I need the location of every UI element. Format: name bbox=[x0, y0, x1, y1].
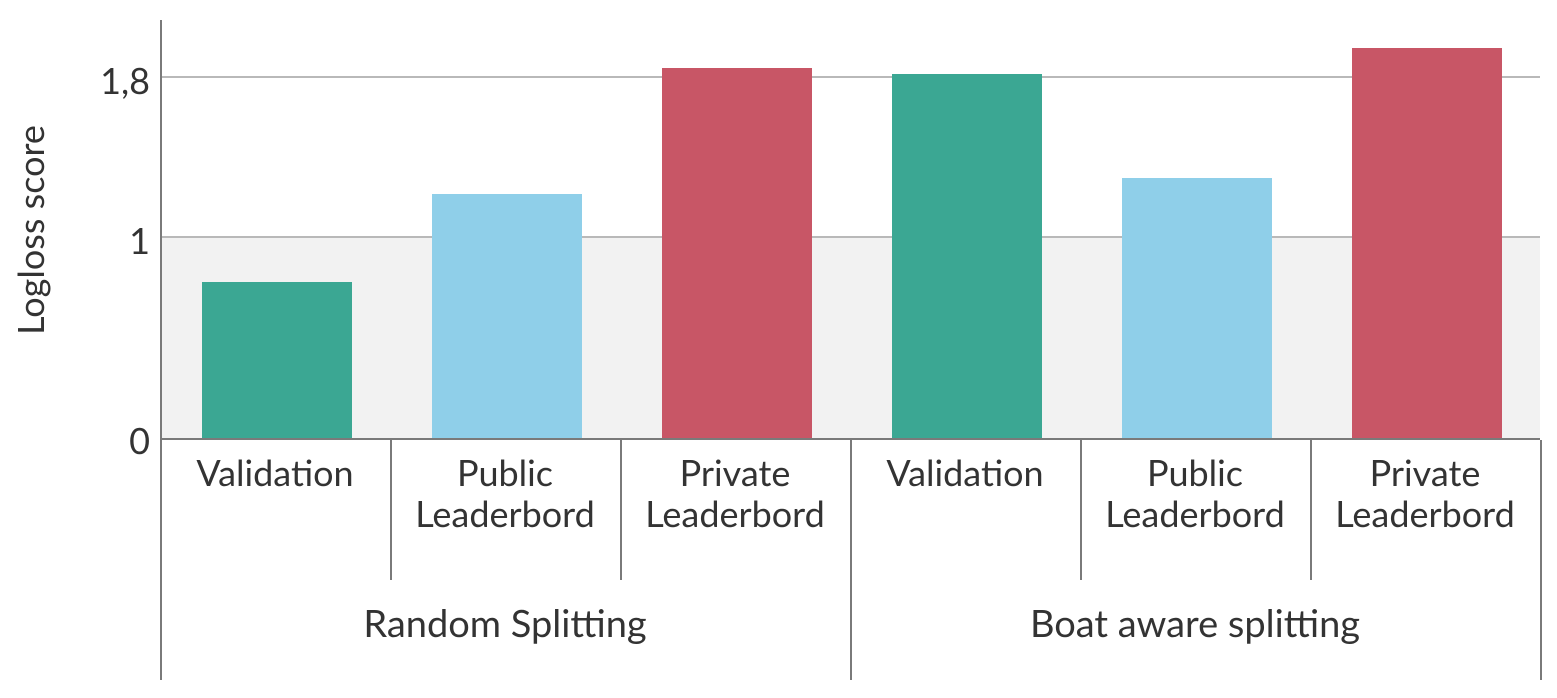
xcat-random-private: Private Leaderbord bbox=[620, 452, 850, 535]
y-axis-label: Logloss score bbox=[0, 0, 60, 460]
plot-area bbox=[160, 20, 1540, 440]
bar-boat-validation bbox=[892, 74, 1042, 438]
y-tick-18: 1,8 bbox=[70, 58, 150, 102]
chart-container: Logloss score 0 1 1,8 Validation bbox=[0, 0, 1557, 698]
y-axis-label-text: Logloss score bbox=[8, 125, 52, 335]
xcat-boat-public: Public Leaderbord bbox=[1080, 452, 1310, 535]
bar-boat-private bbox=[1352, 48, 1502, 438]
y-tick-1: 1 bbox=[70, 218, 150, 262]
bar-random-validation bbox=[202, 282, 352, 438]
x-sep-g2-right bbox=[1540, 440, 1542, 680]
xgroup-boat: Boat aware splitting bbox=[850, 600, 1540, 646]
y-tick-0: 0 bbox=[70, 418, 150, 462]
bar-random-private bbox=[662, 68, 812, 438]
xgroup-random: Random Splitting bbox=[160, 600, 850, 646]
bar-random-public bbox=[432, 194, 582, 438]
xcat-random-validation: Validation bbox=[160, 452, 390, 493]
xcat-boat-private: Private Leaderbord bbox=[1310, 452, 1540, 535]
bar-boat-public bbox=[1122, 178, 1272, 438]
bars-layer bbox=[162, 20, 1540, 438]
xcat-boat-validation: Validation bbox=[850, 452, 1080, 493]
xcat-random-public: Public Leaderbord bbox=[390, 452, 620, 535]
